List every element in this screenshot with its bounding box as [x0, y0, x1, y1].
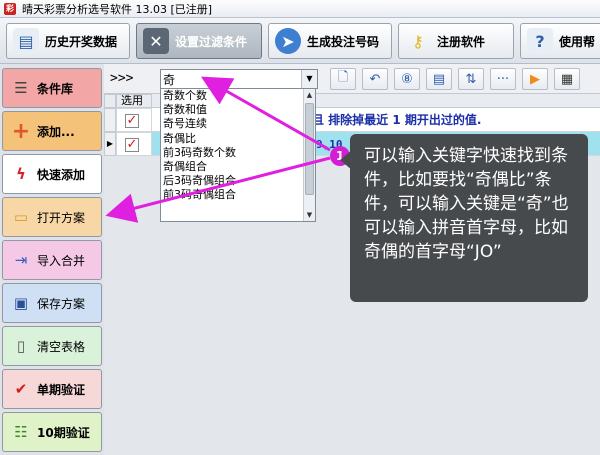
dropdown-item[interactable]: 前3码奇数个数: [161, 146, 303, 160]
sidebar-label: 导入合并: [37, 253, 86, 268]
sidebar-condition-library[interactable]: ☰ 条件库: [2, 68, 102, 108]
dropdown-item[interactable]: 奇数和值: [161, 103, 303, 117]
sidebar-clear-table[interactable]: ▯ 清空表格: [2, 326, 102, 366]
table-icon[interactable]: ▤: [426, 68, 452, 90]
dropdown-item[interactable]: 奇偶比: [161, 131, 303, 146]
row-checkbox[interactable]: ✓: [125, 138, 139, 152]
set-filter-button[interactable]: ✕ 设置过滤条件: [136, 23, 262, 59]
save-icon: ▣: [13, 294, 29, 312]
undo-icon[interactable]: ↶: [362, 68, 388, 90]
new-doc-icon[interactable]: 🗋: [330, 68, 356, 90]
help-icon: ?: [527, 28, 553, 54]
dropdown-item[interactable]: 奇偶组合: [161, 160, 303, 174]
condition-search-combo[interactable]: ▼: [160, 69, 318, 89]
list-icon: ☰: [14, 79, 28, 97]
sidebar-label: 10期验证: [37, 425, 90, 440]
scroll-down-icon[interactable]: ▼: [304, 209, 315, 221]
row-indicator: [104, 108, 116, 132]
sidebar-label: 清空表格: [37, 339, 86, 354]
main-toolbar: ▤ 历史开奖数据 ✕ 设置过滤条件 ➤ 生成投注号码 ⚷ 注册软件 ? 使用帮: [0, 18, 600, 64]
sidebar-label: 添加...: [37, 124, 75, 139]
plus-icon: +: [11, 118, 31, 144]
row-current-indicator-icon: ▶: [104, 132, 116, 156]
sidebar-label: 单期验证: [37, 382, 86, 397]
sidebar-label: 打开方案: [37, 210, 86, 225]
help-button[interactable]: ? 使用帮: [520, 23, 600, 59]
dropdown-item[interactable]: 奇号连续: [161, 117, 303, 131]
play-icon[interactable]: ▶: [522, 68, 548, 90]
sidebar-single-verify[interactable]: ✔ 单期验证: [2, 369, 102, 409]
register-button[interactable]: ⚷ 注册软件: [398, 23, 514, 59]
register-label: 注册软件: [437, 34, 486, 49]
title-bar: 彩 晴天彩票分析选号软件 13.03 [已注册]: [0, 0, 600, 18]
sidebar-label: 条件库: [37, 81, 74, 96]
sidebar-import-merge[interactable]: ⇥ 导入合并: [2, 240, 102, 280]
sidebar-quick-add[interactable]: ϟ 快速添加: [2, 154, 102, 194]
generate-numbers-label: 生成投注号码: [307, 34, 380, 49]
app-logo-icon: 彩: [4, 2, 16, 15]
generate-icon: ➤: [275, 28, 301, 54]
scroll-thumb[interactable]: [305, 103, 314, 195]
row-select-cell: ✓: [116, 132, 152, 156]
generate-numbers-button[interactable]: ➤ 生成投注号码: [268, 23, 392, 59]
search-prefix: >>>: [110, 71, 134, 86]
scroll-up-icon[interactable]: ▲: [304, 89, 315, 101]
dropdown-item[interactable]: 后3码奇偶组合: [161, 174, 303, 188]
sidebar: ☰ 条件库 + 添加... ϟ 快速添加 ▭ 打开方案 ⇥ 导入合并 ▣ 保存方…: [0, 64, 104, 455]
clear-icon: ▯: [16, 337, 26, 355]
grid-header-select: 选用: [116, 94, 152, 108]
tools-icon: ✕: [143, 28, 169, 54]
grid-header-indicator: [104, 94, 116, 108]
folder-icon: ▭: [13, 208, 29, 226]
tip-callout: 可以输入关键字快速找到条件，比如要找“奇偶比”条件，可以输入关键是“奇”也可以输…: [350, 134, 588, 302]
more-icon[interactable]: ···: [490, 68, 516, 90]
sort-icon[interactable]: ⇅: [458, 68, 484, 90]
dropdown-item[interactable]: 奇数个数: [161, 89, 303, 103]
row-select-cell: ✓: [116, 108, 152, 132]
condition-dropdown-list: 奇数个数 奇数和值 奇号连续 奇偶比 前3码奇数个数 奇偶组合 后3码奇偶组合 …: [160, 88, 316, 222]
condition-search-input[interactable]: [163, 71, 299, 87]
row-checkbox[interactable]: ✓: [125, 114, 139, 128]
number-8-icon[interactable]: ⑧: [394, 68, 420, 90]
check-doc-icon: ✔: [14, 380, 28, 398]
set-filter-label: 设置过滤条件: [175, 34, 248, 49]
history-data-icon: ▤: [13, 28, 39, 54]
combo-dropdown-arrow-icon[interactable]: ▼: [301, 70, 317, 88]
sidebar-label: 保存方案: [37, 296, 86, 311]
dropdown-item[interactable]: 前3码奇偶组合: [161, 188, 303, 202]
lightning-icon: ϟ: [16, 165, 26, 183]
history-data-button[interactable]: ▤ 历史开奖数据: [6, 23, 130, 59]
import-icon: ⇥: [14, 251, 28, 269]
sidebar-open-plan[interactable]: ▭ 打开方案: [2, 197, 102, 237]
check-list-icon: ☷: [14, 423, 28, 441]
sidebar-save-plan[interactable]: ▣ 保存方案: [2, 283, 102, 323]
sidebar-add[interactable]: + 添加...: [2, 111, 102, 151]
sidebar-10-period-verify[interactable]: ☷ 10期验证: [2, 412, 102, 452]
dropdown-scrollbar[interactable]: ▲ ▼: [303, 89, 315, 221]
history-data-label: 历史开奖数据: [45, 34, 118, 49]
key-icon: ⚷: [412, 31, 424, 51]
window-title: 晴天彩票分析选号软件 13.03 [已注册]: [22, 2, 213, 16]
sidebar-label: 快速添加: [37, 167, 86, 182]
grid-icon[interactable]: ▦: [554, 68, 580, 90]
help-label: 使用帮: [559, 34, 596, 49]
